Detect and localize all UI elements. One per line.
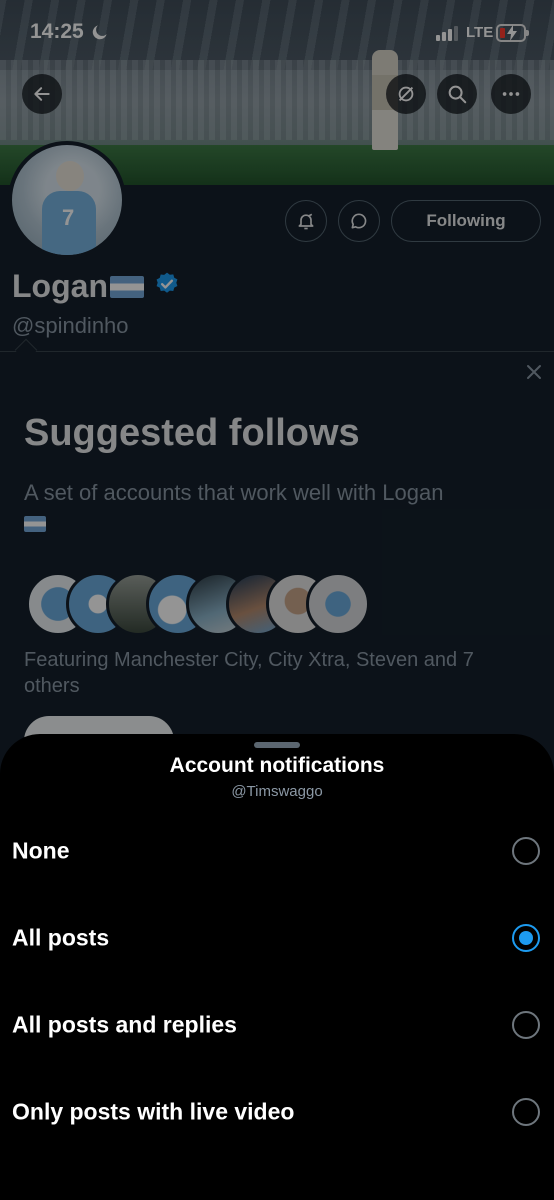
option-label: Only posts with live video [12,1098,295,1124]
sheet-subtitle: @Timswaggo [231,783,323,800]
option-label: All posts [12,924,110,950]
option-live-video[interactable]: Only posts with live video [0,1068,554,1155]
radio-button[interactable] [512,836,540,865]
option-label: None [12,837,70,863]
radio-button[interactable] [512,1010,540,1039]
option-all-posts[interactable]: All posts [0,894,554,981]
sheet-title: Account notifications [169,754,385,777]
account-notifications-sheet: Account notifications @Timswaggo None Al… [0,734,554,1200]
radio-button-selected[interactable] [512,923,540,952]
option-label: All posts and replies [12,1011,237,1037]
option-none[interactable]: None [0,807,554,894]
option-all-posts-and-replies[interactable]: All posts and replies [0,981,554,1068]
sheet-grabber[interactable] [254,742,300,748]
radio-button[interactable] [512,1097,540,1126]
